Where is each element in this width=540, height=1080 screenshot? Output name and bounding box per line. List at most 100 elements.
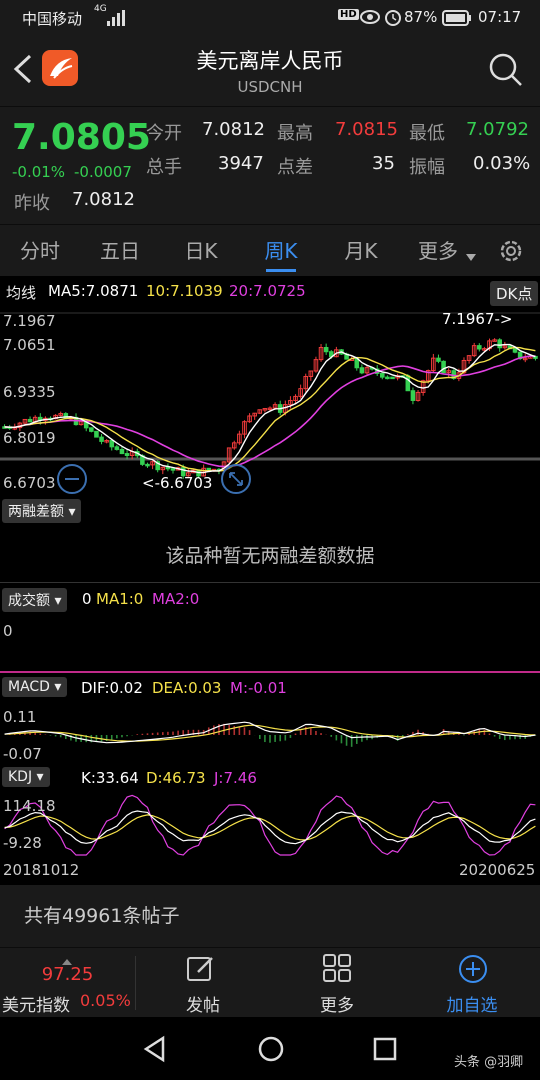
kdj-selector[interactable]: KDJ ▾	[2, 767, 50, 787]
amplitude-value: 0.03%	[473, 153, 531, 174]
candle-body	[63, 413, 69, 419]
plus-circle-icon	[458, 954, 488, 988]
candle-body	[27, 418, 33, 423]
turnover-axis-zero: 0	[3, 622, 13, 640]
ytick-2: 7.0651	[3, 336, 56, 354]
quote-panel: 7.0805 -0.01% -0.0007 昨收 7.0812 今开 7.081…	[0, 106, 540, 224]
ytick-5: 6.6703	[3, 474, 56, 492]
kdj-ytop: 114.18	[3, 797, 56, 815]
volume-label: 总手	[146, 157, 182, 178]
macd-label: MACD	[8, 679, 50, 695]
prev-close-value: 7.0812	[72, 189, 135, 210]
dk-point-button[interactable]: DK点	[490, 281, 539, 306]
turnover-value: 0	[82, 590, 92, 608]
recents-square-icon[interactable]	[373, 1037, 397, 1065]
more-button[interactable]: 更多	[270, 948, 404, 1018]
kdj-d-line	[4, 814, 536, 841]
clock-time: 07:17	[478, 8, 522, 26]
turnover-baseline	[0, 671, 540, 673]
candle-body	[94, 430, 99, 438]
kdj-j: J:7.46	[214, 769, 257, 787]
caret-down-icon: ▾	[36, 769, 44, 785]
ma5-value: MA5:7.0871	[48, 282, 139, 300]
zoom-out-icon[interactable]	[56, 463, 88, 499]
candle-body	[436, 357, 441, 362]
margin-label: 两融差额	[8, 504, 64, 520]
dollar-index-button[interactable]: 97.25 美元指数 0.05%	[0, 948, 135, 1018]
gear-icon[interactable]	[497, 237, 525, 269]
home-circle-icon[interactable]	[257, 1035, 285, 1067]
candle-body	[385, 376, 390, 380]
candle-body	[497, 339, 503, 349]
post-label: 发帖	[186, 996, 220, 1016]
candle-body	[323, 347, 329, 353]
ma10-value: 10:7.1039	[146, 282, 223, 300]
grid-icon	[323, 954, 351, 986]
ytick-3: 6.9335	[3, 383, 56, 401]
caret-down-icon: ▾	[68, 504, 76, 520]
open-label: 今开	[146, 123, 182, 144]
candle-body	[99, 436, 104, 442]
hd-icon: HD	[338, 9, 359, 20]
turnover-selector[interactable]: 成交额 ▾	[2, 588, 68, 612]
kdj-d: D:46.73	[146, 769, 206, 787]
low-value: 7.0792	[466, 119, 529, 140]
search-icon[interactable]	[488, 52, 524, 92]
carrier-name: 中国移动	[22, 10, 83, 28]
caret-down-icon: ▾	[54, 593, 62, 609]
macd-dea: DEA:0.03	[152, 679, 222, 697]
prev-close-label: 昨收	[14, 193, 50, 214]
expand-icon[interactable]	[220, 463, 252, 499]
chart-area: 均线 MA5:7.0871 10:7.1039 20:7.0725 DK点 7.…	[0, 277, 540, 885]
candle-body	[477, 345, 482, 350]
eye-icon	[360, 9, 380, 29]
divider	[0, 582, 540, 583]
candle-body	[170, 468, 176, 471]
posts-bar[interactable]: 共有49961条帖子	[0, 885, 540, 947]
tab-intraday[interactable]: 分时	[5, 225, 75, 277]
kdj-label: KDJ	[8, 769, 33, 785]
candle-body	[119, 448, 125, 455]
kdj-ybottom: -9.28	[3, 834, 42, 852]
macd-dif: DIF:0.02	[81, 679, 143, 697]
edit-icon	[186, 954, 216, 988]
macd-selector[interactable]: MACD ▾	[2, 677, 68, 697]
network-type: 4G	[94, 4, 107, 14]
candle-body	[359, 367, 365, 374]
date-end: 20200625	[459, 861, 536, 879]
back-triangle-icon[interactable]	[142, 1035, 166, 1067]
ma-label: 均线	[6, 284, 37, 302]
tab-five-day[interactable]: 五日	[85, 225, 155, 277]
caret-down-icon	[466, 247, 476, 266]
add-watchlist-button[interactable]: 加自选	[404, 948, 540, 1018]
active-tab-indicator	[266, 269, 296, 272]
margin-selector[interactable]: 两融差额 ▾	[2, 499, 82, 523]
open-value: 7.0812	[202, 119, 265, 140]
low-label: 最低	[409, 123, 445, 144]
turnover-ma1: MA1:0	[96, 590, 144, 608]
candle-body	[165, 466, 171, 470]
candle-body	[390, 376, 395, 380]
high-value: 7.0815	[335, 119, 398, 140]
macd-ytop: 0.11	[3, 708, 37, 726]
signal-icon	[107, 10, 125, 30]
post-button[interactable]: 发帖	[136, 948, 270, 1018]
tab-daily-k[interactable]: 日K	[166, 225, 236, 277]
kdj-chart[interactable]	[0, 793, 540, 857]
android-nav-bar: 头条 @羽卿	[0, 1017, 540, 1080]
candle-body	[441, 360, 446, 374]
app-header: 美元离岸人民币 USDCNH	[0, 36, 540, 106]
tab-more[interactable]: 更多	[408, 225, 468, 277]
margin-empty-text: 该品种暂无两融差额数据	[165, 545, 375, 567]
macd-m: M:-0.01	[230, 679, 287, 697]
bottom-toolbar: 97.25 美元指数 0.05% 发帖 更多 加自选	[0, 947, 540, 1017]
candle-body	[89, 427, 94, 432]
battery-icon	[442, 10, 472, 30]
ytick-4: 6.8019	[3, 429, 56, 447]
tab-monthly-k[interactable]: 月K	[326, 225, 396, 277]
macd-chart[interactable]	[0, 701, 540, 763]
date-start: 20181012	[3, 861, 80, 879]
min-annotation: <-6.6703	[142, 474, 213, 492]
candle-body	[145, 463, 150, 467]
add-watchlist-label: 加自选	[446, 996, 498, 1016]
